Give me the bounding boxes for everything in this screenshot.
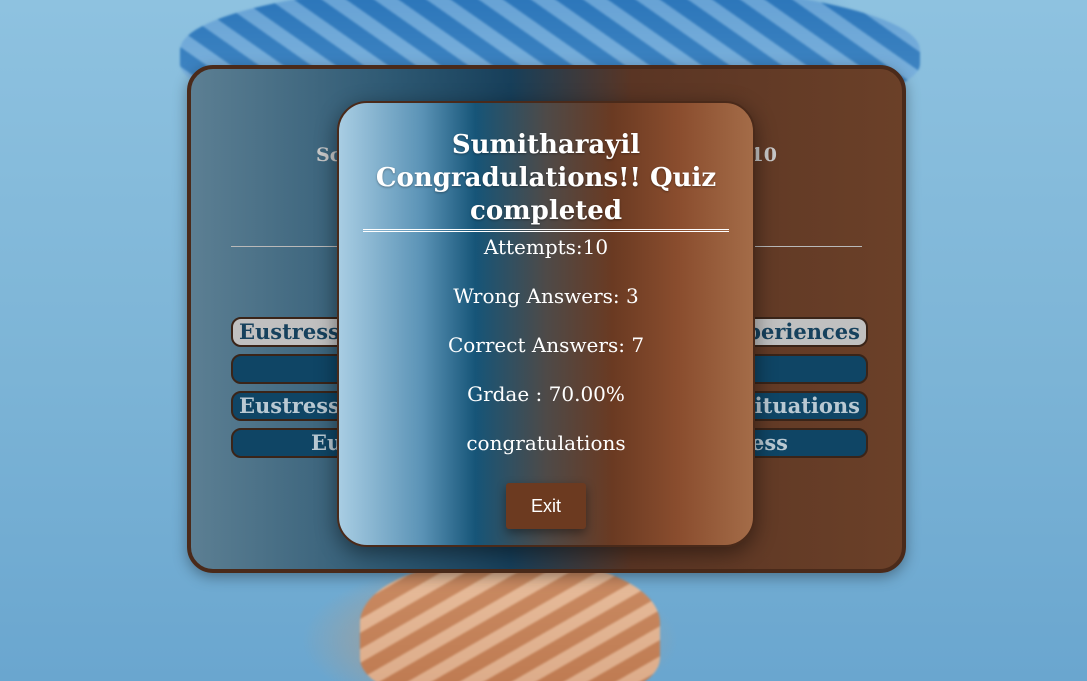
background-paper-bottom (360, 560, 660, 681)
wrong-answers-text: Wrong Answers: 3 (453, 284, 639, 308)
correct-answers-text: Correct Answers: 7 (447, 333, 645, 357)
result-modal: Sumitharayil Congradulations!! Quiz comp… (337, 101, 755, 547)
answer-option-3-left-text: Eustress: (239, 393, 348, 418)
answer-option-4-right-text: ess (750, 430, 788, 455)
grade-text: Grdae : 70.00% (467, 382, 625, 406)
result-title: Sumitharayil Congradulations!! Quiz comp… (363, 129, 729, 232)
congratulations-text: congratulations (466, 431, 626, 455)
attempts-text: Attempts:10 (483, 235, 609, 259)
answer-option-3-right-text: situations (742, 393, 860, 418)
exit-button[interactable]: Exit (506, 483, 586, 529)
